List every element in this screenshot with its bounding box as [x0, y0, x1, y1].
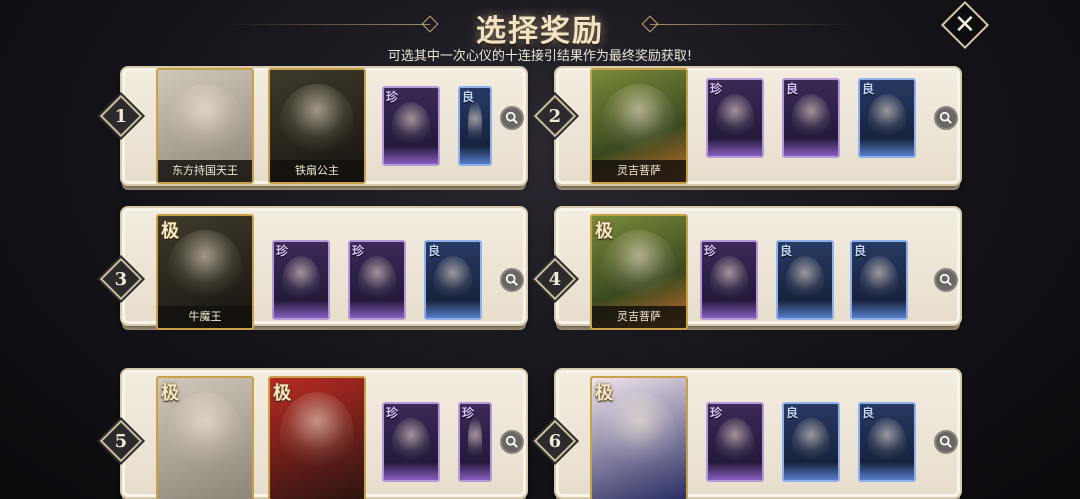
character-name: 灵吉菩萨: [592, 306, 686, 328]
character-portrait: [868, 418, 906, 466]
zoom-button[interactable]: [934, 268, 958, 292]
rarity-tag: 良: [854, 244, 867, 258]
character-portrait: [168, 392, 242, 475]
magnifier-icon: [939, 435, 952, 448]
zoom-button[interactable]: [500, 106, 524, 130]
character-card-small[interactable]: 良: [782, 78, 840, 158]
page-title: 选择奖励: [476, 14, 604, 49]
zoom-button[interactable]: [934, 106, 958, 130]
rarity-tag: 珍: [704, 244, 717, 258]
rank-badge: 极: [273, 383, 291, 404]
character-card-small[interactable]: 珍: [706, 402, 764, 482]
character-card[interactable]: 极 灵吉菩萨: [590, 214, 688, 330]
character-portrait: [710, 256, 748, 304]
rarity-tag: 珍: [386, 90, 399, 104]
character-portrait: [468, 102, 482, 150]
rarity-tag: 良: [786, 82, 799, 96]
reward-option-4[interactable]: 极 灵吉菩萨 珍 良 良: [554, 206, 962, 330]
character-portrait: [168, 230, 242, 304]
character-card[interactable]: 极: [268, 376, 366, 499]
rank-badge: 极: [595, 221, 613, 242]
character-portrait: [860, 256, 898, 304]
magnifier-icon: [505, 435, 518, 448]
zoom-button[interactable]: [934, 430, 958, 454]
reward-option-5[interactable]: 极 极 珍 珍: [120, 368, 528, 499]
reward-option-1[interactable]: 东方持国天王 铁扇公主 珍 良: [120, 66, 528, 190]
reward-option-3[interactable]: 极 牛魔王 珍 珍 良: [120, 206, 528, 330]
character-card-small[interactable]: 良: [858, 402, 916, 482]
character-name: 灵吉菩萨: [592, 160, 686, 182]
zoom-button[interactable]: [500, 430, 524, 454]
rarity-tag: 良: [780, 244, 793, 258]
magnifier-icon: [505, 111, 518, 124]
character-card-small[interactable]: 珍: [700, 240, 758, 320]
close-icon: ✕: [954, 9, 976, 40]
character-portrait: [280, 392, 354, 475]
magnifier-icon: [939, 273, 952, 286]
character-portrait: [602, 230, 676, 304]
header: 选择奖励 可选其中一次心仪的十连接引结果作为最终奖励获取! ✕: [0, 0, 1080, 70]
character-card-small[interactable]: 珍: [706, 78, 764, 158]
rarity-tag: 良: [862, 82, 875, 96]
rarity-tag: 良: [428, 244, 441, 258]
character-card-small[interactable]: 良: [458, 86, 492, 166]
character-portrait: [716, 94, 754, 142]
character-card-small[interactable]: 良: [782, 402, 840, 482]
rank-badge: 极: [161, 221, 179, 242]
character-card[interactable]: 东方持国天王: [156, 68, 254, 184]
rarity-tag: 珍: [352, 244, 365, 258]
character-portrait: [392, 102, 430, 150]
character-card-small[interactable]: 珍: [382, 402, 440, 482]
character-name: 东方持国天王: [158, 160, 252, 182]
character-name: 铁扇公主: [270, 160, 364, 182]
title-divider-right: [650, 24, 850, 25]
character-name: 牛魔王: [158, 306, 252, 328]
character-card[interactable]: 极: [590, 376, 688, 499]
rarity-tag: 良: [462, 90, 475, 104]
character-portrait: [792, 94, 830, 142]
character-card-small[interactable]: 良: [850, 240, 908, 320]
zoom-button[interactable]: [500, 268, 524, 292]
character-portrait: [716, 418, 754, 466]
rarity-tag: 珍: [386, 406, 399, 420]
character-portrait: [434, 256, 472, 304]
reward-option-2[interactable]: 灵吉菩萨 珍 良 良: [554, 66, 962, 190]
magnifier-icon: [939, 111, 952, 124]
character-card[interactable]: 极: [156, 376, 254, 499]
character-portrait: [358, 256, 396, 304]
character-portrait: [282, 256, 320, 304]
character-card-small[interactable]: 珍: [382, 86, 440, 166]
character-card[interactable]: 铁扇公主: [268, 68, 366, 184]
character-card-small[interactable]: 珍: [272, 240, 330, 320]
rarity-tag: 珍: [276, 244, 289, 258]
character-portrait: [392, 418, 430, 466]
character-card[interactable]: 灵吉菩萨: [590, 68, 688, 184]
reward-option-6[interactable]: 极 珍 良 良: [554, 368, 962, 499]
character-card-small[interactable]: 良: [424, 240, 482, 320]
rarity-tag: 良: [862, 406, 875, 420]
character-card-small[interactable]: 良: [776, 240, 834, 320]
character-portrait: [602, 84, 676, 158]
rarity-tag: 良: [786, 406, 799, 420]
character-portrait: [792, 418, 830, 466]
character-portrait: [280, 84, 354, 158]
character-card[interactable]: 极 牛魔王: [156, 214, 254, 330]
rarity-tag: 珍: [710, 406, 723, 420]
character-portrait: [168, 84, 242, 158]
magnifier-icon: [505, 273, 518, 286]
rarity-tag: 珍: [462, 406, 475, 420]
character-portrait: [602, 392, 676, 475]
character-card-small[interactable]: 良: [858, 78, 916, 158]
rank-badge: 极: [595, 383, 613, 404]
rank-badge: 极: [161, 383, 179, 404]
character-portrait: [868, 94, 906, 142]
page-subtitle: 可选其中一次心仪的十连接引结果作为最终奖励获取!: [387, 49, 693, 64]
character-card-small[interactable]: 珍: [348, 240, 406, 320]
rarity-tag: 珍: [710, 82, 723, 96]
character-card-small[interactable]: 珍: [458, 402, 492, 482]
character-portrait: [468, 418, 482, 466]
character-portrait: [786, 256, 824, 304]
